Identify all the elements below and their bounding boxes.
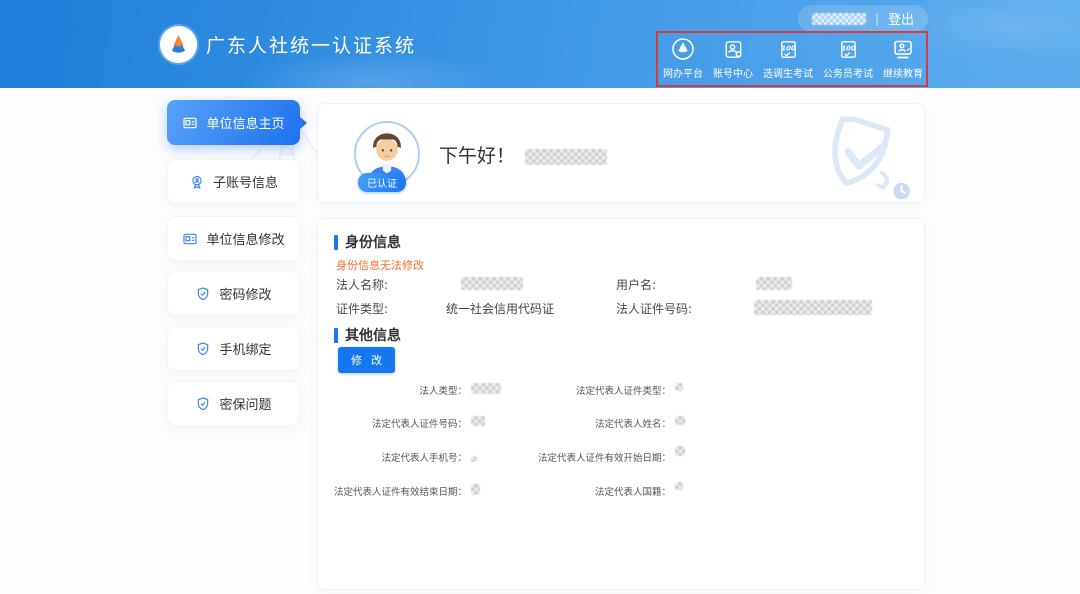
field-label: 法定代表人证件号码：	[372, 416, 467, 430]
account-card-gear-icon	[722, 36, 745, 62]
title-bar	[334, 328, 338, 343]
gov-portal-icon	[671, 36, 695, 62]
greeting-card: 已认证 下午好！	[317, 103, 925, 203]
exam-score-icon: 100	[777, 36, 800, 62]
sidebar-item-label: 子账号信息	[213, 172, 278, 191]
sidebar-item-sub-account-info[interactable]: 子账号信息	[167, 159, 300, 204]
page-title: 广东人社统一认证系统	[206, 31, 416, 58]
badge-icon	[189, 174, 205, 190]
sidebar-item-unit-info-home[interactable]: 单位信息主页	[167, 100, 300, 145]
other-row: 法定代表人证件有效结束日期： 法定代表人国籍：	[318, 484, 926, 498]
field-value-redacted	[675, 416, 685, 425]
sidebar-item-password-change[interactable]: 密码修改	[167, 271, 300, 316]
identity-note: 身份信息无法修改	[336, 257, 424, 273]
brand: 广东人社统一认证系统	[160, 26, 416, 63]
shield-check-icon	[195, 341, 211, 357]
nav-item-online-platform[interactable]: 网办平台	[663, 36, 703, 80]
id-card-icon	[182, 231, 198, 247]
field-value-redacted	[675, 383, 683, 391]
field-label: 法定代表人手机号：	[381, 450, 467, 464]
identity-section-title: 身份信息	[334, 232, 401, 252]
info-card: 身份信息 身份信息无法修改 法人名称: 用户名: 证件类型: 统一社会信用代码证…	[317, 218, 925, 590]
sidebar-item-unit-info-edit[interactable]: 单位信息修改	[167, 216, 300, 261]
field-value-redacted	[471, 383, 501, 394]
sidebar-item-label: 手机绑定	[219, 339, 271, 358]
nav-item-continuing-education[interactable]: 继续教育	[883, 36, 923, 80]
field-label: 法定代表人姓名：	[595, 416, 671, 430]
other-row: 法定代表人手机号： 法定代表人证件有效开始日期：	[318, 450, 926, 464]
edit-button[interactable]: 修 改	[338, 347, 395, 373]
sidebar-item-phone-binding[interactable]: 手机绑定	[167, 326, 300, 371]
nav-item-civil-servant-exam[interactable]: 100 公务员考试	[823, 36, 873, 80]
gdhrss-logo-icon	[160, 26, 197, 63]
field-value-redacted	[471, 456, 477, 462]
sidebar-item-security-question[interactable]: 密保问题	[167, 381, 300, 426]
field-value-redacted	[754, 300, 872, 315]
field-label: 法定代表人证件类型：	[576, 383, 671, 397]
sidebar-item-label: 密码修改	[219, 284, 271, 303]
field-value-redacted	[461, 277, 523, 290]
user-menu[interactable]: | 登出	[798, 5, 928, 32]
identity-row: 法人名称: 用户名:	[318, 276, 926, 292]
svg-text:100: 100	[841, 44, 855, 52]
user-name-redacted	[525, 149, 607, 165]
field-value-redacted	[675, 482, 683, 490]
shield-watermark	[806, 112, 918, 204]
field-value-redacted	[756, 277, 792, 290]
sidebar-item-label: 单位信息修改	[206, 229, 284, 248]
field-label: 法定代表人国籍：	[595, 484, 671, 498]
greeting-text: 下午好！	[439, 141, 607, 168]
field-label: 法定代表人证件有效结束日期：	[334, 484, 467, 498]
header-nav: 网办平台 账号中心 100 选调生	[663, 36, 923, 80]
nav-item-account-center[interactable]: 账号中心	[713, 36, 753, 80]
app-header: 广东人社统一认证系统 | 登出 网办平台	[0, 0, 1080, 88]
username-redacted	[812, 13, 866, 25]
field-label: 用户名:	[616, 276, 656, 293]
nav-item-xuandiao-exam[interactable]: 100 选调生考试	[763, 36, 813, 80]
other-row: 法人类型： 法定代表人证件类型：	[318, 383, 926, 397]
field-value: 统一社会信用代码证	[446, 300, 554, 317]
field-value-redacted	[471, 484, 480, 495]
education-screen-icon	[891, 36, 915, 62]
nav-label: 网办平台	[663, 65, 703, 80]
svg-text:100: 100	[781, 44, 795, 52]
sidebar-item-label: 密保问题	[219, 394, 271, 413]
shield-check-icon	[195, 396, 211, 412]
nav-label: 选调生考试	[763, 65, 813, 80]
logout-button[interactable]: 登出	[888, 9, 914, 28]
field-label: 法定代表人证件有效开始日期：	[538, 450, 671, 464]
exam-score-icon: 100	[837, 36, 860, 62]
other-row: 法定代表人证件号码： 法定代表人姓名：	[318, 416, 926, 430]
nav-label: 账号中心	[713, 65, 753, 80]
sidebar-item-label: 单位信息主页	[206, 113, 284, 132]
other-section-title: 其他信息	[334, 325, 401, 345]
identity-row: 证件类型: 统一社会信用代码证 法人证件号码:	[318, 300, 926, 316]
nav-label: 继续教育	[883, 65, 923, 80]
field-label: 法人名称:	[336, 276, 388, 293]
certified-badge: 已认证	[358, 173, 406, 192]
field-value-redacted	[675, 446, 685, 456]
divider: |	[875, 12, 879, 26]
field-value-redacted	[471, 416, 485, 426]
title-bar	[334, 235, 338, 250]
nav-label: 公务员考试	[823, 65, 873, 80]
field-label: 证件类型:	[336, 300, 388, 317]
field-label: 法人证件号码:	[616, 300, 692, 317]
field-label: 法人类型：	[419, 383, 467, 397]
shield-check-icon	[195, 286, 211, 302]
id-card-icon	[182, 115, 198, 131]
main-content: 单位信息主页 子账号信息 单位信息修改	[0, 88, 1080, 594]
